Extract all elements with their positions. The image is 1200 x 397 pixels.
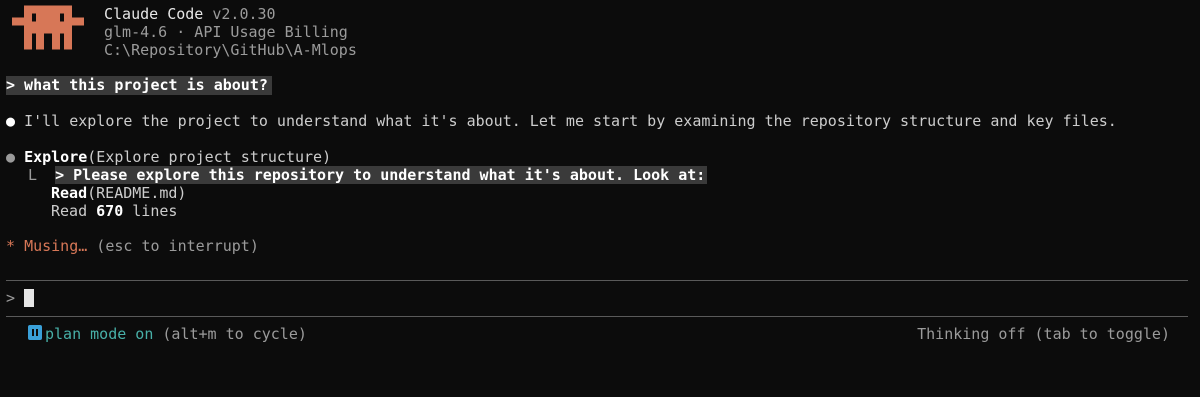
assistant-message-text: I'll explore the project to understand w…: [24, 112, 1117, 130]
user-prompt: > what this project is about?: [6, 76, 272, 95]
tool-result-row: Read 670 lines: [51, 202, 177, 220]
tool-call-header: ● Explore(Explore project structure): [6, 148, 331, 166]
status-line: * Musing… (esc to interrupt): [6, 237, 259, 255]
claude-mascot-logo-icon: [12, 5, 84, 50]
bullet-dot-icon: ●: [6, 112, 16, 130]
input-bottom-divider: [6, 316, 1188, 317]
app-name: Claude Code: [104, 5, 204, 23]
plan-mode-hint: (alt+m to cycle): [153, 325, 307, 343]
result-prefix: Read: [51, 202, 97, 220]
plan-mode-status[interactable]: plan mode on (alt+m to cycle): [45, 325, 307, 343]
app-title-line: Claude Code v2.0.30: [104, 5, 276, 23]
assistant-message: ● I'll explore the project to understand…: [6, 112, 1117, 130]
plan-mode-label: plan mode on: [45, 325, 154, 343]
bullet-dot-icon: ●: [6, 148, 16, 166]
input-prompt-symbol: >: [6, 289, 16, 307]
read-arg: (README.md): [87, 184, 187, 202]
tool-sub-prompt: > Please explore this repository to unde…: [55, 166, 708, 184]
app-version: v2.0.30: [212, 5, 276, 23]
pause-icon: [28, 325, 42, 340]
input-top-divider: [6, 280, 1188, 281]
status-hint: (esc to interrupt): [87, 237, 259, 255]
tool-sub-prompt-row: L > Please explore this repository to un…: [28, 166, 708, 184]
tool-args: (Explore project structure): [87, 148, 332, 166]
working-directory: C:\Repository\GitHub\A-Mlops: [104, 41, 357, 59]
result-count: 670: [96, 202, 124, 220]
read-label: Read: [51, 184, 88, 202]
tool-name: Explore: [24, 148, 88, 166]
thinking-toggle-status[interactable]: Thinking off (tab to toggle): [917, 325, 1170, 343]
model-billing-line: glm-4.6 · API Usage Billing: [104, 23, 348, 41]
result-suffix: lines: [123, 202, 178, 220]
branch-corner-icon: L: [28, 166, 38, 184]
spinner-star-icon: *: [6, 237, 16, 255]
status-word: Musing…: [24, 237, 88, 255]
tool-read-row: Read(README.md): [51, 184, 186, 202]
text-input-cursor[interactable]: [24, 289, 34, 307]
